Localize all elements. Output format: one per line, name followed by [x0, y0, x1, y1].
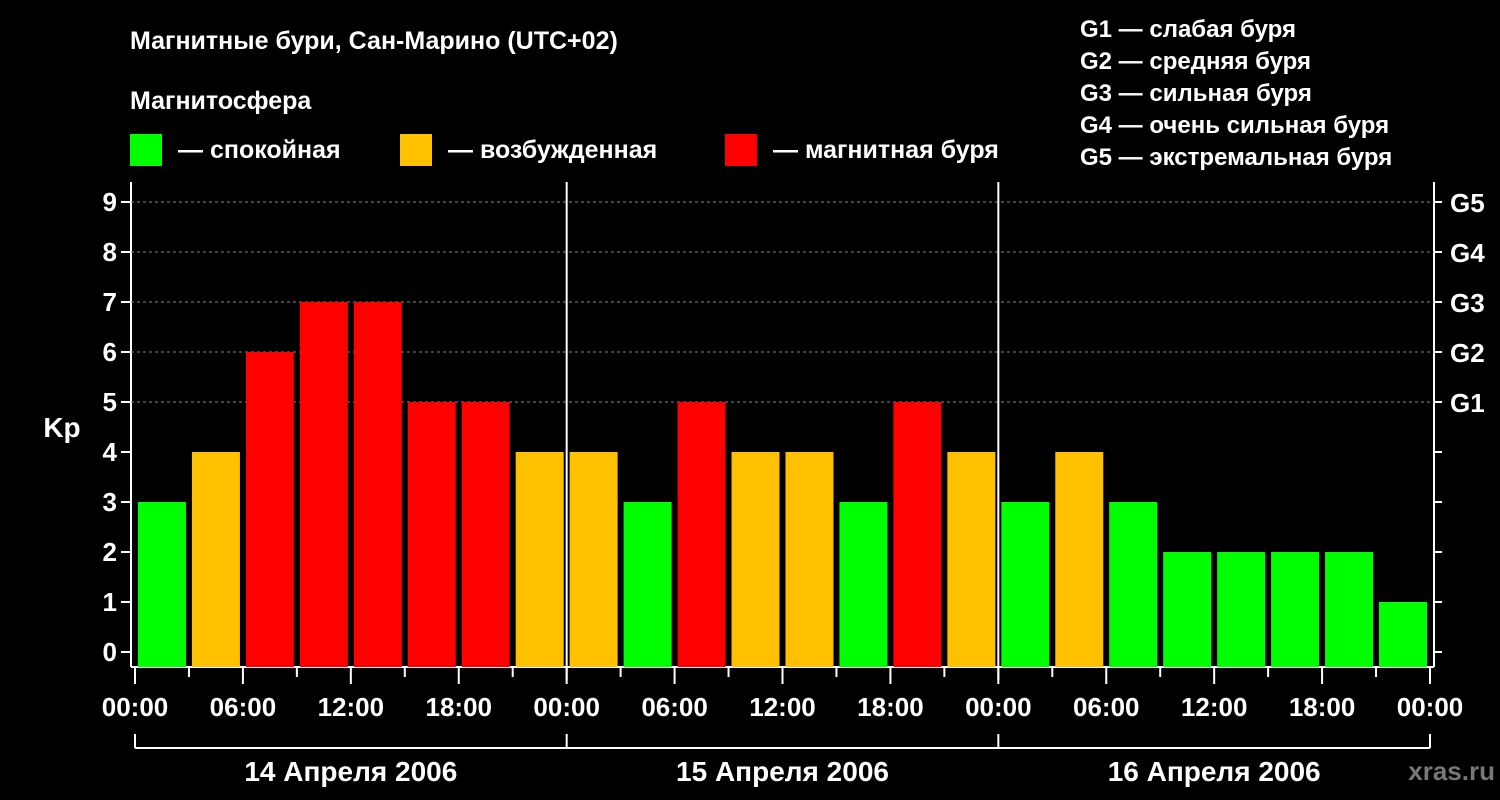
kp-bar	[1217, 552, 1266, 667]
legend-swatch-quiet	[130, 134, 162, 166]
kp-bar	[245, 352, 294, 667]
legend-swatch-active	[400, 134, 432, 166]
y-tick-label: 0	[103, 637, 117, 667]
kp-bar	[1379, 602, 1428, 667]
x-tick-label: 06:00	[641, 692, 708, 722]
kp-bar	[461, 402, 510, 667]
kp-bar	[353, 302, 402, 667]
kp-bar	[1325, 552, 1374, 667]
legend-label-active: — возбужденная	[448, 136, 657, 164]
kp-bar	[731, 452, 780, 667]
x-tick-label: 06:00	[1073, 692, 1140, 722]
x-tick-label: 00:00	[965, 692, 1032, 722]
right-tick-label: G1	[1450, 388, 1485, 418]
y-tick-label: 1	[103, 587, 117, 617]
x-tick-label: 12:00	[1181, 692, 1248, 722]
kp-bar	[623, 502, 672, 667]
x-tick-label: 18:00	[857, 692, 924, 722]
right-tick-label: G3	[1450, 288, 1485, 318]
x-tick-label: 00:00	[533, 692, 600, 722]
legend-swatch-storm	[725, 134, 757, 166]
x-tick-label: 12:00	[749, 692, 816, 722]
kp-bar	[1001, 502, 1050, 667]
x-tick-label: 18:00	[426, 692, 493, 722]
y-tick-label: 6	[103, 337, 117, 367]
kp-bar	[839, 502, 888, 667]
storm-scale-g4: G4 — очень сильная буря	[1080, 112, 1389, 139]
legend-label-quiet: — спокойная	[178, 136, 341, 164]
plot-area: 0 1 2 3 4 5 6 7 8 9 G1 G2 G3 G4 G5 00:00 06:00 12:00 18:00…	[102, 182, 1485, 787]
chart-title: Магнитные бури, Сан-Марино (UTC+02)	[130, 27, 618, 55]
right-tick-label: G5	[1450, 188, 1485, 218]
kp-bar	[947, 452, 996, 667]
y-axis-label: Kp	[43, 412, 80, 443]
kp-bar	[407, 402, 456, 667]
right-tick-label: G4	[1450, 238, 1485, 268]
x-tick-label: 00:00	[102, 692, 169, 722]
storm-scale-g5: G5 — экстремальная буря	[1080, 144, 1392, 171]
y-tick-label: 3	[103, 487, 117, 517]
x-tick-label: 12:00	[318, 692, 385, 722]
storm-scale-g3: G3 — сильная буря	[1080, 80, 1312, 107]
kp-bar	[677, 402, 726, 667]
day-label: 15 Апреля 2006	[676, 756, 889, 787]
y-tick-label: 9	[103, 187, 117, 217]
legend-label-storm: — магнитная буря	[773, 136, 999, 164]
legend-title: Магнитосфера	[130, 87, 312, 115]
right-tick-label: G2	[1450, 338, 1485, 368]
y-tick-label: 8	[103, 237, 117, 267]
kp-chart: Магнитные бури, Сан-Марино (UTC+02) Магн…	[43, 16, 1495, 787]
kp-bar	[569, 452, 618, 667]
watermark: xras.ru	[1408, 756, 1495, 786]
y-tick-label: 2	[103, 537, 117, 567]
x-tick-label: 18:00	[1289, 692, 1356, 722]
y-tick-label: 4	[103, 437, 118, 467]
kp-bar	[1271, 552, 1320, 667]
x-tick-label: 06:00	[210, 692, 277, 722]
kp-bar	[137, 502, 186, 667]
kp-bar	[515, 452, 564, 667]
storm-scale-g1: G1 — слабая буря	[1080, 16, 1296, 43]
kp-bar	[299, 302, 348, 667]
kp-bar	[1055, 452, 1104, 667]
kp-bar	[1109, 502, 1158, 667]
day-label: 16 Апреля 2006	[1108, 756, 1321, 787]
kp-bar	[893, 402, 942, 667]
storm-scale-g2: G2 — средняя буря	[1080, 48, 1311, 75]
y-tick-label: 7	[103, 287, 117, 317]
x-tick-label: 00:00	[1397, 692, 1464, 722]
kp-bar	[1163, 552, 1212, 667]
kp-bar	[785, 452, 834, 667]
y-tick-label: 5	[103, 387, 117, 417]
day-label: 14 Апреля 2006	[244, 756, 457, 787]
kp-bar	[191, 452, 240, 667]
